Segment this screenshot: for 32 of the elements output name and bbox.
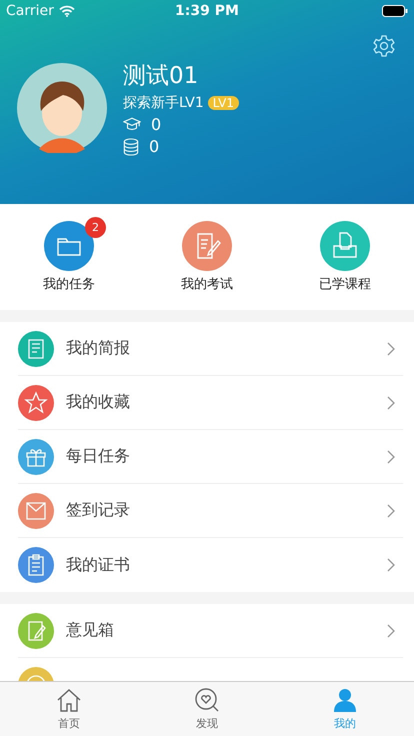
avatar-icon xyxy=(17,63,107,153)
menu-item[interactable]: 每日任务 xyxy=(18,430,403,484)
course-count: 0 xyxy=(151,115,162,134)
chevron-right-icon xyxy=(387,624,395,638)
coin-count: 0 xyxy=(149,137,160,156)
user-rank: 探索新手LV1 xyxy=(123,94,204,112)
graduation-cap-icon xyxy=(123,117,141,132)
chevron-right-icon xyxy=(387,504,395,518)
chevron-right-icon xyxy=(387,450,395,464)
settings-icon[interactable] xyxy=(372,34,396,58)
level-badge: LV1 xyxy=(208,96,239,110)
chevron-right-icon xyxy=(387,396,395,410)
menu-item[interactable]: 签到记录 xyxy=(18,484,403,538)
carrier-name: Carrier xyxy=(6,3,54,19)
user-name: 测试01 xyxy=(123,62,200,91)
status-time: 1:39 PM xyxy=(175,3,239,19)
shortcut-button[interactable]: 我的考试 xyxy=(157,221,257,293)
wifi-icon xyxy=(58,5,75,17)
shortcut-button[interactable]: 已学课程 xyxy=(295,221,395,293)
menu-item[interactable]: 我的收藏 xyxy=(18,376,403,430)
house-icon xyxy=(56,687,82,713)
tab-item[interactable]: 首页 xyxy=(0,682,138,736)
person-icon xyxy=(332,687,358,713)
chevron-right-icon xyxy=(387,342,395,356)
count-badge: 2 xyxy=(85,217,106,238)
chevron-right-icon xyxy=(387,558,395,572)
coin-stack-icon xyxy=(123,138,139,156)
battery-icon xyxy=(382,5,408,17)
menu-item[interactable]: 我的简报 xyxy=(18,322,403,376)
heart-magnifier-icon xyxy=(194,687,220,713)
tab-item[interactable]: 发现 xyxy=(138,682,276,736)
menu-item[interactable]: 我的证书 xyxy=(18,538,403,592)
